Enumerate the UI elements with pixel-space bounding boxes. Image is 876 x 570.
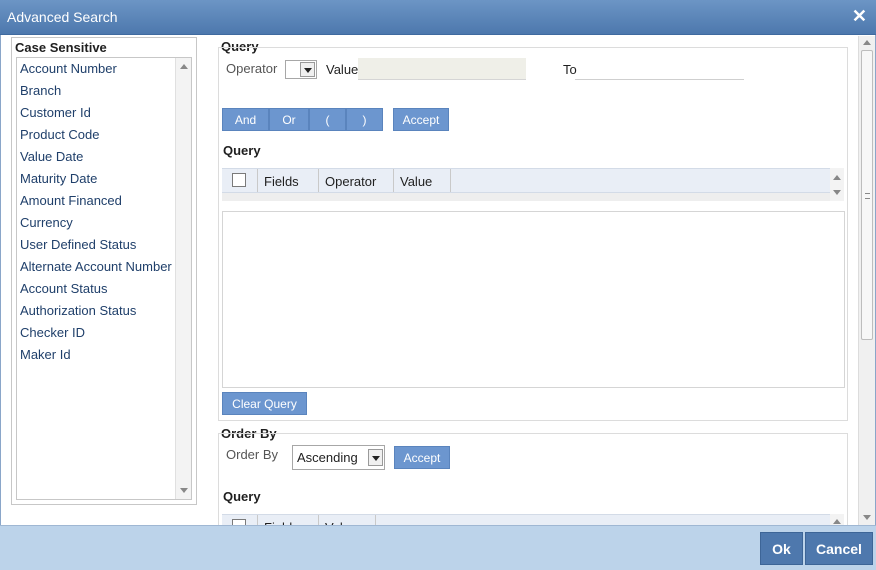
case-sensitive-panel: Case Sensitive Account Number Branch Cus… bbox=[11, 37, 197, 505]
scrollbar-thumb[interactable] bbox=[861, 50, 873, 340]
scroll-up-icon[interactable] bbox=[180, 64, 188, 69]
or-button[interactable]: Or bbox=[269, 108, 309, 131]
order-grid-title: Query bbox=[223, 489, 261, 504]
order-grid-scrollbar[interactable] bbox=[830, 514, 844, 525]
grip-icon bbox=[865, 193, 870, 199]
field-list-item[interactable]: Checker ID bbox=[17, 322, 191, 344]
scroll-up-icon[interactable] bbox=[863, 40, 871, 45]
dialog-footer: Ok Cancel bbox=[0, 525, 876, 570]
order-by-accept-button[interactable]: Accept bbox=[394, 446, 450, 469]
scroll-down-icon[interactable] bbox=[863, 515, 871, 520]
field-list-item[interactable]: Maker Id bbox=[17, 344, 191, 366]
field-list-item[interactable]: Customer Id bbox=[17, 102, 191, 124]
field-list-item[interactable]: Maturity Date bbox=[17, 168, 191, 190]
value-label: Value bbox=[326, 62, 359, 77]
field-list-item[interactable]: User Defined Status bbox=[17, 234, 191, 256]
query-grid-body[interactable] bbox=[222, 211, 845, 388]
column-header-value: Value bbox=[394, 169, 451, 192]
title-bar: Advanced Search ✕ bbox=[0, 0, 876, 35]
column-header-operator: Operator bbox=[319, 169, 394, 192]
close-paren-button[interactable]: ) bbox=[346, 108, 383, 131]
order-by-select[interactable]: Ascending bbox=[292, 445, 385, 470]
window-title: Advanced Search bbox=[7, 9, 118, 25]
field-list-item[interactable]: Account Number bbox=[17, 58, 191, 80]
query-grid-title: Query bbox=[223, 143, 261, 158]
query-builder: Query Operator Value To And Or ( ) Accep… bbox=[215, 37, 855, 525]
chevron-down-icon[interactable] bbox=[300, 62, 315, 77]
clear-query-button[interactable]: Clear Query bbox=[222, 392, 307, 415]
cancel-button[interactable]: Cancel bbox=[805, 532, 873, 565]
main-scrollbar[interactable] bbox=[858, 36, 875, 525]
operator-select[interactable] bbox=[285, 60, 317, 79]
value-input[interactable] bbox=[358, 58, 526, 80]
scroll-down-icon[interactable] bbox=[180, 488, 188, 493]
field-list-item[interactable]: Currency bbox=[17, 212, 191, 234]
field-list-item[interactable]: Branch bbox=[17, 80, 191, 102]
chevron-down-icon[interactable] bbox=[368, 449, 383, 466]
field-list-item[interactable]: Amount Financed bbox=[17, 190, 191, 212]
scroll-down-icon[interactable] bbox=[833, 190, 841, 195]
open-paren-button[interactable]: ( bbox=[309, 108, 346, 131]
select-all-checkbox[interactable] bbox=[232, 173, 246, 187]
order-by-selected-value: Ascending bbox=[297, 450, 358, 465]
select-all-cell bbox=[222, 169, 258, 192]
order-grid-header: Fields Value bbox=[222, 514, 830, 525]
order-column-header-fields: Fields bbox=[258, 515, 319, 525]
query-accept-button[interactable]: Accept bbox=[393, 108, 449, 131]
field-list-item[interactable]: Value Date bbox=[17, 146, 191, 168]
field-list-item[interactable]: Account Status bbox=[17, 278, 191, 300]
field-list-item[interactable]: Product Code bbox=[17, 124, 191, 146]
operator-label: Operator bbox=[226, 61, 278, 76]
and-button[interactable]: And bbox=[222, 108, 269, 131]
close-icon[interactable]: ✕ bbox=[852, 7, 867, 25]
order-by-box: Order By Ascending Accept Query Fields V… bbox=[218, 433, 848, 525]
query-box: Operator Value To And Or ( ) Accept Quer… bbox=[218, 47, 848, 421]
ok-button[interactable]: Ok bbox=[760, 532, 803, 565]
order-column-header-value: Value bbox=[319, 515, 376, 525]
scroll-up-icon[interactable] bbox=[833, 175, 841, 180]
order-select-all-cell bbox=[222, 515, 258, 525]
query-grid-scrollbar[interactable] bbox=[830, 168, 844, 201]
field-list-scrollbar[interactable] bbox=[175, 58, 191, 499]
query-grid-header: Fields Operator Value bbox=[222, 168, 830, 193]
field-list[interactable]: Account Number Branch Customer Id Produc… bbox=[16, 57, 192, 500]
scroll-up-icon[interactable] bbox=[833, 519, 841, 524]
to-input[interactable] bbox=[575, 58, 744, 80]
column-header-fields: Fields bbox=[258, 169, 319, 192]
field-list-item[interactable]: Authorization Status bbox=[17, 300, 191, 322]
grid-separator bbox=[222, 193, 830, 201]
field-list-item[interactable]: Alternate Account Number bbox=[17, 256, 191, 278]
order-by-label: Order By bbox=[226, 447, 279, 462]
case-sensitive-title: Case Sensitive bbox=[15, 40, 107, 55]
